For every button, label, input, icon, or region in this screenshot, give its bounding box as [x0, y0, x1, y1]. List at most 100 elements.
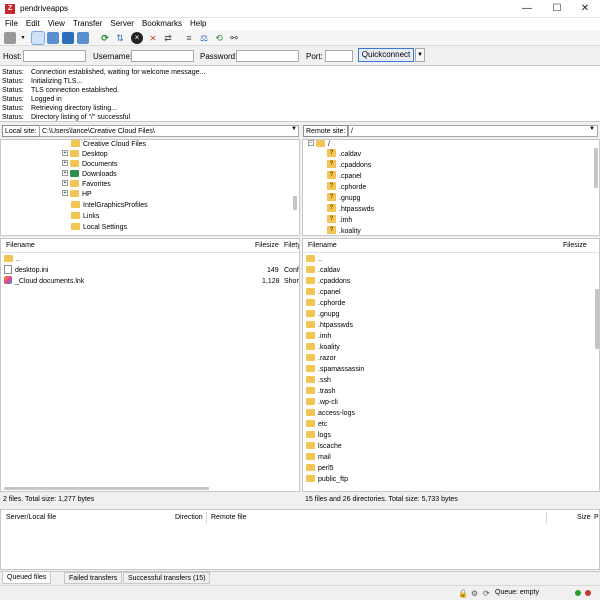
tree-item[interactable]: ? .caldav	[327, 149, 361, 160]
menu-view[interactable]: View	[44, 18, 69, 30]
list-item[interactable]: .gnupg	[303, 309, 599, 320]
menu-bookmarks[interactable]: Bookmarks	[138, 18, 186, 30]
expand-icon[interactable]: +	[62, 170, 68, 177]
quickconnect-dropdown[interactable]: ▼	[415, 48, 425, 62]
chevron-down-icon[interactable]: ▼	[291, 126, 297, 132]
menu-file[interactable]: File	[0, 18, 22, 30]
tree-item[interactable]: + HP	[62, 189, 92, 200]
column-remote-file[interactable]: Remote file	[211, 514, 246, 521]
column-filename[interactable]: Filename	[308, 241, 337, 251]
quickconnect-button[interactable]: Quickconnect	[358, 48, 414, 62]
list-item[interactable]: .wp-cli	[303, 397, 599, 408]
list-item[interactable]: _Cloud documents.lnk 1,128 Short	[1, 276, 299, 287]
lock-icon[interactable]: 🔒	[458, 589, 468, 598]
collapse-icon[interactable]: −	[308, 140, 314, 147]
list-item[interactable]: .caldav	[303, 265, 599, 276]
tree-item[interactable]: ? .cphorde	[327, 182, 366, 193]
list-item[interactable]: .ssh	[303, 375, 599, 386]
horizontal-scrollbar[interactable]	[4, 487, 209, 490]
list-item[interactable]: .spamassassin	[303, 364, 599, 375]
reconnect-icon[interactable]: ⇄	[162, 32, 174, 44]
tree-item[interactable]: ? .gnupg	[327, 193, 360, 204]
password-input[interactable]	[236, 50, 299, 62]
vertical-scrollbar[interactable]	[594, 148, 598, 188]
column-server-local-file[interactable]: Server/Local file	[6, 514, 56, 521]
host-input[interactable]	[23, 50, 86, 62]
expand-icon[interactable]: +	[62, 180, 68, 187]
list-item[interactable]: logs	[303, 430, 599, 441]
menu-server[interactable]: Server	[106, 18, 138, 30]
tree-item[interactable]: ? .htpasswds	[327, 204, 374, 215]
toggle-queue-icon[interactable]	[77, 32, 89, 44]
expand-icon[interactable]: +	[62, 150, 68, 157]
sync-browse-icon[interactable]: ⟲	[213, 32, 225, 44]
column-filetype[interactable]: Filety	[284, 241, 299, 251]
site-manager-icon[interactable]	[4, 32, 16, 44]
menu-edit[interactable]: Edit	[22, 18, 44, 30]
gear-icon[interactable]: ⚙	[470, 589, 479, 598]
column-size[interactable]: Size	[577, 514, 591, 521]
list-item[interactable]: ..	[303, 254, 599, 265]
tree-item[interactable]: + Documents	[62, 159, 117, 170]
list-item[interactable]: desktop.ini 149 Conf	[1, 264, 299, 276]
maximize-button[interactable]: ☐	[542, 0, 572, 18]
tree-item[interactable]: + Desktop	[62, 149, 108, 160]
list-item[interactable]: .htpasswds	[303, 320, 599, 331]
disconnect-icon[interactable]: ⨯	[147, 32, 159, 44]
column-direction[interactable]: Direction	[175, 514, 203, 521]
tab-successful-transfers[interactable]: Successful transfers (15)	[123, 572, 211, 584]
minimize-button[interactable]: —	[512, 0, 542, 18]
toggle-remote-tree-icon[interactable]	[62, 32, 74, 44]
site-manager-dropdown-icon[interactable]: ▾	[17, 32, 29, 44]
list-item[interactable]: perl5	[303, 463, 599, 474]
cancel-icon[interactable]: ×	[131, 32, 143, 44]
column-filesize[interactable]: Filesize	[255, 241, 279, 251]
menu-transfer[interactable]: Transfer	[69, 18, 107, 30]
compare-icon[interactable]: ⚖	[198, 32, 210, 44]
list-item[interactable]: public_ftp	[303, 474, 599, 485]
tree-item[interactable]: ? .cpanel	[327, 171, 362, 182]
column-filesize[interactable]: Filesize	[563, 241, 587, 251]
column-priority[interactable]: P	[594, 514, 599, 521]
list-item[interactable]: lscache	[303, 441, 599, 452]
list-item[interactable]: .cpaddons	[303, 276, 599, 287]
binoculars-icon[interactable]: ⚯	[228, 32, 240, 44]
list-item[interactable]: .trash	[303, 386, 599, 397]
tree-item[interactable]: ? .cpaddons	[327, 160, 371, 171]
tree-item[interactable]: Links	[71, 211, 99, 222]
expand-icon[interactable]: +	[62, 190, 68, 197]
list-item[interactable]: mail	[303, 452, 599, 463]
tree-item[interactable]: Local Settings	[71, 222, 127, 233]
list-item[interactable]: .koality	[303, 342, 599, 353]
list-item[interactable]: ..	[1, 254, 299, 265]
menu-help[interactable]: Help	[186, 18, 210, 30]
tab-queued-files[interactable]: Queued files	[2, 572, 52, 584]
remote-path-input[interactable]: /	[348, 125, 598, 137]
username-input[interactable]	[131, 50, 194, 62]
expand-icon[interactable]: +	[62, 160, 68, 167]
local-path-input[interactable]: C:\Users\lance\Creative Cloud Files\	[39, 125, 299, 137]
port-input[interactable]	[325, 50, 353, 62]
refresh-icon[interactable]: ⟳	[99, 32, 111, 44]
vertical-scrollbar[interactable]	[595, 289, 599, 349]
sync-icon[interactable]: ⟳	[482, 589, 491, 598]
list-item[interactable]: .imh	[303, 331, 599, 342]
vertical-scrollbar[interactable]	[293, 196, 297, 210]
tab-failed-transfers[interactable]: Failed transfers	[64, 572, 123, 584]
tree-item[interactable]: + Downloads	[62, 169, 117, 180]
process-queue-icon[interactable]: ⇅	[114, 32, 126, 44]
tree-item[interactable]: ? .imh	[327, 215, 352, 226]
list-item[interactable]: .cpanel	[303, 287, 599, 298]
list-item[interactable]: access-logs	[303, 408, 599, 419]
tree-item[interactable]: IntelGraphicsProfiles	[71, 200, 148, 211]
close-button[interactable]: ✕	[570, 0, 600, 18]
directory-filter-icon[interactable]: ≡	[183, 32, 195, 44]
toggle-local-tree-icon[interactable]	[47, 32, 59, 44]
column-filename[interactable]: Filename	[6, 241, 35, 251]
list-item[interactable]: .cphorde	[303, 298, 599, 309]
tree-item[interactable]: ? .koality	[327, 226, 361, 235]
list-item[interactable]: .razor	[303, 353, 599, 364]
tree-item[interactable]: Creative Cloud Files	[71, 140, 146, 150]
toggle-log-icon[interactable]	[31, 31, 45, 45]
list-item[interactable]: etc	[303, 419, 599, 430]
